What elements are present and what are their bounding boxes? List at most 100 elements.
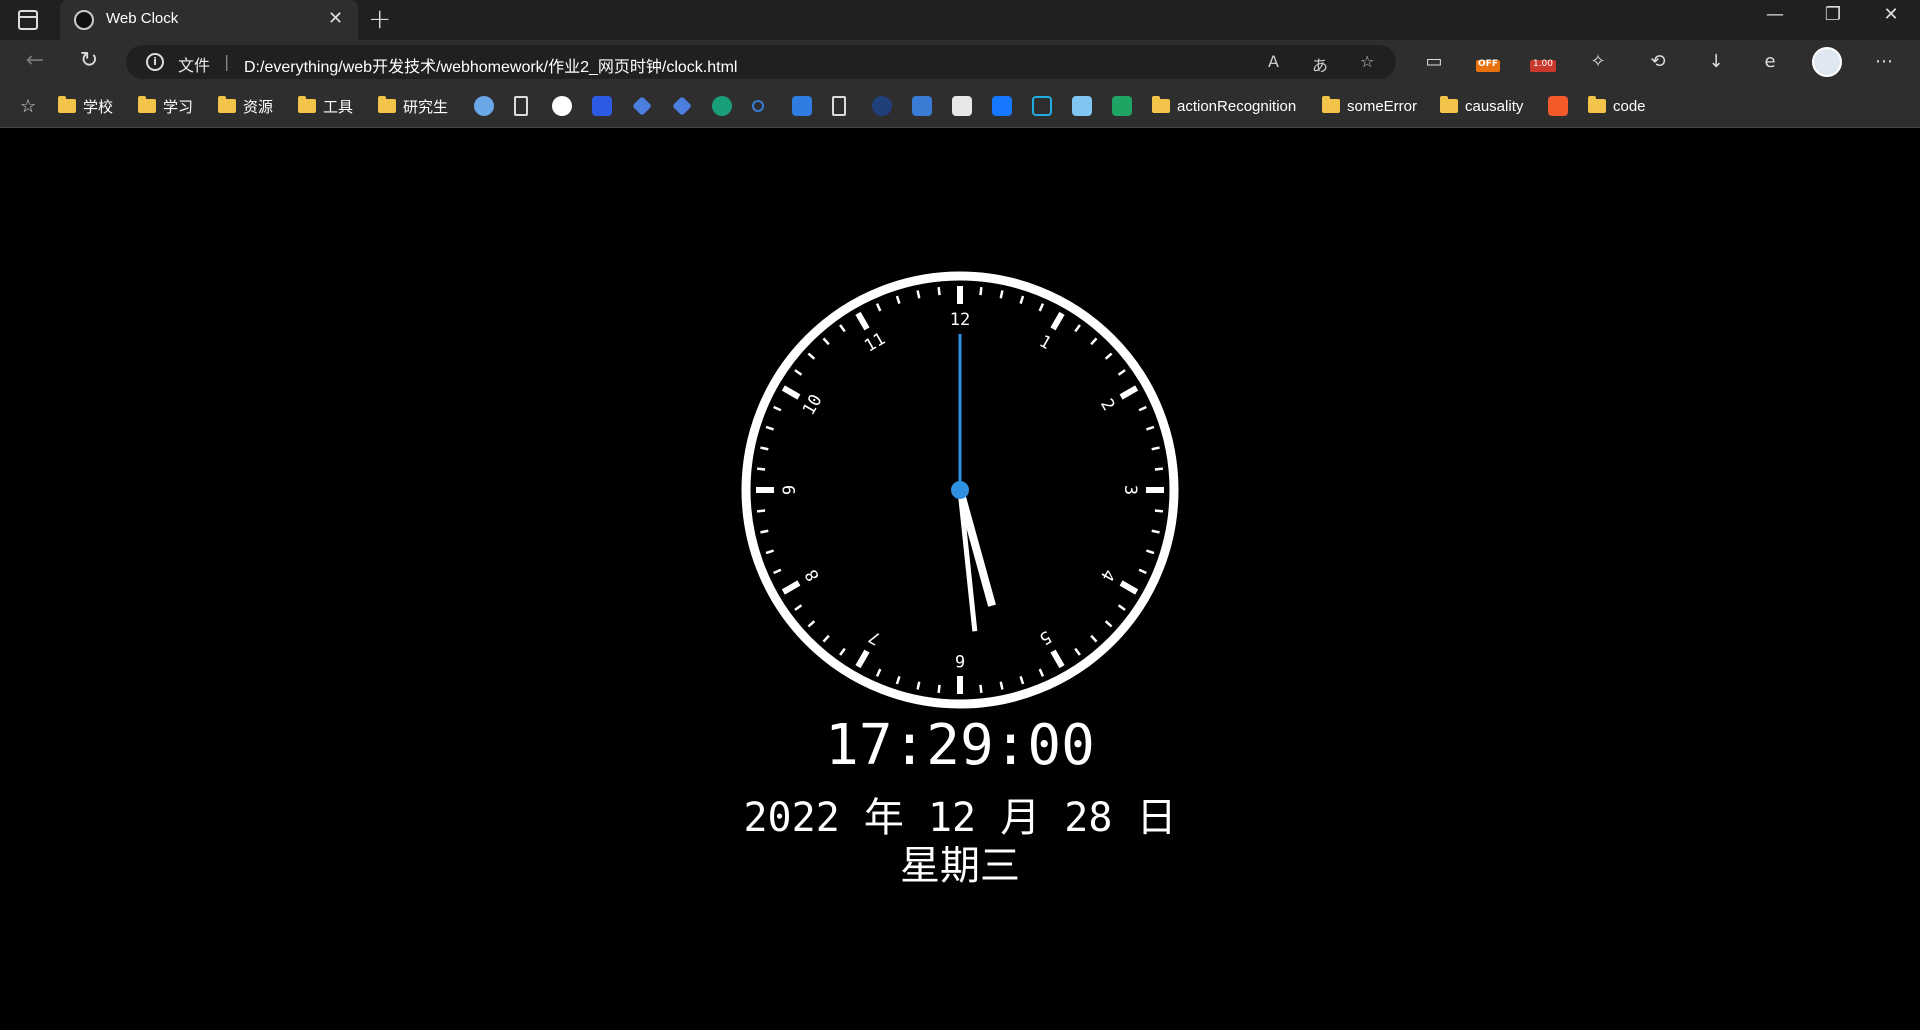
bookmark-folder-tools[interactable]: 工具 bbox=[298, 96, 353, 116]
minor-tick bbox=[999, 681, 1004, 690]
light-blue-bookmark-icon[interactable] bbox=[1072, 96, 1092, 116]
bookmark-label: 研究生 bbox=[403, 98, 449, 116]
clock-numeral: 9 bbox=[780, 485, 800, 495]
folder-icon bbox=[378, 96, 396, 113]
speed-extension-icon[interactable]: 1.00 bbox=[1530, 60, 1556, 72]
csdn-icon[interactable] bbox=[1548, 96, 1568, 116]
bookmarks-bar: ☆ 学校 学习 资源 工具 研究生 actionRecognition some… bbox=[0, 84, 1920, 128]
image-bookmark-icon[interactable] bbox=[952, 96, 972, 116]
bookmark-folder-code[interactable]: code bbox=[1588, 96, 1646, 116]
minor-tick bbox=[1154, 467, 1164, 471]
favorites-star-icon[interactable]: ☆ bbox=[20, 96, 36, 116]
minor-tick bbox=[979, 684, 983, 694]
clock-numeral: 3 bbox=[1120, 485, 1140, 495]
bookmark-folder-study[interactable]: 学习 bbox=[138, 96, 193, 116]
page-icon[interactable] bbox=[514, 96, 528, 116]
extensions-icon[interactable]: ✧ bbox=[1586, 50, 1610, 74]
bookmark-label: someError bbox=[1347, 97, 1418, 115]
minor-tick bbox=[1151, 529, 1160, 534]
bookmark-label: 学校 bbox=[83, 98, 114, 116]
sheets-icon[interactable] bbox=[1112, 96, 1132, 116]
folder-icon bbox=[1322, 96, 1340, 113]
globe-icon[interactable] bbox=[474, 96, 494, 116]
folder-icon bbox=[1152, 96, 1170, 113]
diamond-bookmark-icon-2[interactable] bbox=[672, 96, 692, 116]
minor-tick bbox=[756, 467, 766, 471]
read-aloud-icon[interactable]: A bbox=[1268, 52, 1279, 71]
extension-off-icon[interactable]: OFF bbox=[1476, 60, 1500, 72]
minor-tick bbox=[937, 286, 941, 296]
bookmark-folder-causality[interactable]: causality bbox=[1440, 96, 1523, 116]
download-icon[interactable]: ↓ bbox=[1704, 50, 1728, 74]
document-icon[interactable]: ▭ bbox=[1422, 50, 1446, 74]
back-icon[interactable]: ← bbox=[20, 48, 50, 73]
bookmark-label: code bbox=[1613, 97, 1646, 115]
minor-tick bbox=[1154, 509, 1164, 513]
minor-tick bbox=[760, 529, 769, 534]
new-tab-button[interactable]: + bbox=[368, 2, 391, 35]
tab-close-icon[interactable]: ✕ bbox=[328, 8, 343, 29]
history-icon[interactable]: ⟲ bbox=[1646, 50, 1670, 74]
more-menu-icon[interactable]: ⋯ bbox=[1872, 50, 1896, 74]
clock-favicon-icon bbox=[74, 10, 94, 30]
analog-clock: 121234567891011 bbox=[741, 271, 1179, 709]
digital-time: 17:29:00 bbox=[825, 713, 1095, 778]
folder-icon bbox=[298, 96, 316, 113]
profile-avatar[interactable] bbox=[1812, 47, 1842, 77]
minor-tick bbox=[937, 684, 941, 694]
minor-tick bbox=[756, 509, 766, 513]
url-separator: | bbox=[224, 52, 230, 71]
blue-bookmark-icon[interactable] bbox=[912, 96, 932, 116]
bookmark-label: 资源 bbox=[243, 98, 274, 116]
tab-bar: Web Clock ✕ + — ❐ ✕ bbox=[0, 0, 1920, 40]
bookmark-folder-action-recognition[interactable]: actionRecognition bbox=[1152, 96, 1296, 116]
dark-blue-bookmark-icon[interactable] bbox=[872, 96, 892, 116]
diamond-bookmark-icon[interactable] bbox=[632, 96, 652, 116]
bookmark-label: 工具 bbox=[323, 98, 354, 116]
green-bookmark-icon[interactable] bbox=[712, 96, 732, 116]
tab-web-clock[interactable]: Web Clock ✕ bbox=[60, 0, 358, 40]
bookmark-label: causality bbox=[1465, 97, 1524, 115]
info-icon[interactable]: i bbox=[146, 53, 164, 71]
bilibili-icon[interactable] bbox=[1032, 96, 1052, 116]
folder-icon bbox=[58, 96, 76, 113]
clock-center-dot bbox=[951, 481, 969, 499]
folder-icon bbox=[1440, 96, 1458, 113]
bookmark-folder-school[interactable]: 学校 bbox=[58, 96, 113, 116]
search-bookmark-icon[interactable] bbox=[752, 100, 764, 112]
tab-actions-icon[interactable] bbox=[18, 10, 38, 30]
minor-tick bbox=[916, 290, 921, 299]
browser-essentials-icon[interactable]: e bbox=[1758, 50, 1782, 74]
minimize-button[interactable]: — bbox=[1760, 4, 1790, 25]
translate-bookmark-icon[interactable] bbox=[792, 96, 812, 116]
minor-tick bbox=[760, 446, 769, 451]
clock-numeral: 6 bbox=[955, 650, 965, 670]
address-toolbar: ← ↻ i 文件 | D:/everything/web开发技术/webhome… bbox=[0, 40, 1920, 84]
bookmark-label: 学习 bbox=[163, 98, 194, 116]
page-icon-2[interactable] bbox=[832, 96, 846, 116]
baidu-icon[interactable] bbox=[592, 96, 612, 116]
url-text[interactable]: D:/everything/web开发技术/webhomework/作业2_网页… bbox=[244, 53, 737, 77]
translate-icon[interactable]: あ bbox=[1312, 52, 1328, 76]
refresh-icon[interactable]: ↻ bbox=[74, 48, 104, 73]
zhihu-icon[interactable] bbox=[992, 96, 1012, 116]
bookmark-folder-resources[interactable]: 资源 bbox=[218, 96, 273, 116]
bookmark-folder-graduate[interactable]: 研究生 bbox=[378, 96, 448, 116]
bookmark-label: actionRecognition bbox=[1177, 97, 1297, 115]
weekday-label: 星期三 bbox=[900, 843, 1020, 889]
restore-button[interactable]: ❐ bbox=[1818, 4, 1848, 25]
github-icon[interactable] bbox=[552, 96, 572, 116]
minor-tick bbox=[979, 286, 983, 296]
address-bar[interactable]: i 文件 | D:/everything/web开发技术/webhomework… bbox=[126, 45, 1396, 79]
page-content: 12 1 2 3 4 5 6 7 8 9 10 11 17:29:00 2022 年 12 月 28 … bbox=[0, 129, 1920, 1030]
url-scheme-label: 文件 bbox=[178, 56, 211, 75]
tab-title: Web Clock bbox=[106, 10, 179, 27]
bookmark-folder-some-error[interactable]: someError bbox=[1322, 96, 1417, 116]
clock-numeral: 12 bbox=[950, 310, 970, 330]
folder-icon bbox=[138, 96, 156, 113]
add-favorite-icon[interactable]: ☆ bbox=[1360, 52, 1374, 71]
folder-icon bbox=[218, 96, 236, 113]
close-window-button[interactable]: ✕ bbox=[1876, 4, 1906, 25]
folder-icon bbox=[1588, 96, 1606, 113]
minor-tick bbox=[1151, 446, 1160, 451]
